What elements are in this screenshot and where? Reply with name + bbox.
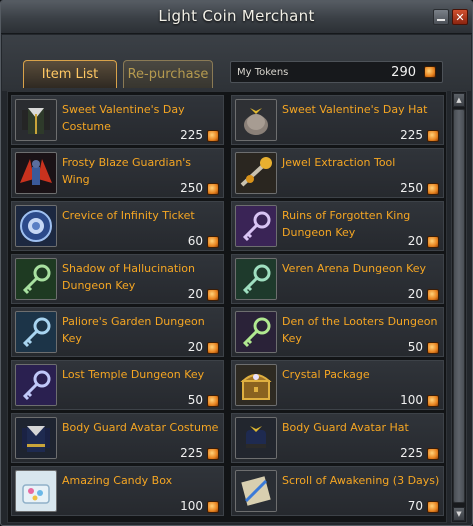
coin-icon <box>427 130 439 142</box>
list-item[interactable]: Body Guard Avatar Hat 225 <box>231 413 444 463</box>
list-item[interactable]: Scroll of Awakening (3 Days) 70 <box>231 466 444 516</box>
item-name: Veren Arena Dungeon Key <box>282 262 427 275</box>
costume-icon <box>15 417 57 459</box>
list-item[interactable]: Crystal Package 100 <box>231 360 444 410</box>
key-icon <box>15 311 57 353</box>
coin-icon <box>207 395 219 407</box>
candy-box-icon <box>15 470 57 512</box>
item-name: Scroll of Awakening (3 Days) <box>282 474 440 487</box>
scroll-icon <box>235 470 277 512</box>
list-item[interactable]: Paliore's Garden Dungeon Key 20 <box>11 307 224 357</box>
item-price: 70 <box>407 499 423 513</box>
coin-icon <box>427 342 439 354</box>
merchant-window: Light Coin Merchant ✕ Item List Re-purch… <box>0 0 473 526</box>
item-name: Amazing Candy Box <box>62 474 173 487</box>
scroll-thumb[interactable] <box>453 109 465 503</box>
coin-icon <box>427 236 439 248</box>
scroll-down-button[interactable]: ▼ <box>453 507 465 521</box>
list-item[interactable]: Den of the Looters Dungeon Key 50 <box>231 307 444 357</box>
item-price: 60 <box>187 234 203 248</box>
list-item[interactable]: Shadow of Hallucination Dungeon Key 20 <box>11 254 224 304</box>
tab-item-list[interactable]: Item List <box>23 60 117 88</box>
item-price: 20 <box>407 287 423 301</box>
tokens-label: My Tokens <box>237 67 289 78</box>
item-price: 225 <box>400 446 423 460</box>
item-price: 225 <box>180 446 203 460</box>
hat-icon <box>235 99 277 141</box>
tool-icon <box>235 152 277 194</box>
item-price: 250 <box>180 181 203 195</box>
title-bar[interactable]: Light Coin Merchant ✕ <box>1 1 472 34</box>
coin-icon <box>427 448 439 460</box>
ticket-icon <box>15 205 57 247</box>
key-icon <box>15 258 57 300</box>
key-icon <box>15 364 57 406</box>
scroll-up-button[interactable]: ▲ <box>453 93 465 107</box>
chevron-down-icon: ▼ <box>456 510 462 518</box>
tokens-display: My Tokens 290 <box>230 61 443 83</box>
item-name: Jewel Extraction Tool <box>282 156 396 169</box>
chest-icon <box>235 364 277 406</box>
tokens-value: 290 <box>391 65 416 80</box>
item-name: Crevice of Infinity Ticket <box>62 209 195 222</box>
coin-icon <box>424 66 436 78</box>
item-price: 225 <box>180 128 203 142</box>
item-price: 100 <box>400 393 423 407</box>
close-button[interactable]: ✕ <box>452 9 468 25</box>
coin-icon <box>427 289 439 301</box>
list-item[interactable]: Ruins of Forgotten King Dungeon Key 20 <box>231 201 444 251</box>
list-item[interactable]: Amazing Candy Box 100 <box>11 466 224 516</box>
list-item[interactable]: Lost Temple Dungeon Key 50 <box>11 360 224 410</box>
list-item[interactable]: Sweet Valentine's Day Costume 225 <box>11 95 224 145</box>
item-price: 225 <box>400 128 423 142</box>
coin-icon <box>207 501 219 513</box>
coin-icon <box>207 342 219 354</box>
item-price: 50 <box>407 340 423 354</box>
item-name: Sweet Valentine's Day Hat <box>282 103 428 116</box>
item-price: 250 <box>400 181 423 195</box>
scrollbar[interactable]: ▲ ▼ <box>451 91 467 523</box>
coin-icon <box>207 289 219 301</box>
item-price: 50 <box>187 393 203 407</box>
minimize-button[interactable] <box>433 9 449 25</box>
item-name: Body Guard Avatar Costume <box>62 421 219 434</box>
coin-icon <box>207 130 219 142</box>
coin-icon <box>207 448 219 460</box>
list-item[interactable]: Frosty Blaze Guardian's Wing 250 <box>11 148 224 198</box>
wing-icon <box>15 152 57 194</box>
key-icon <box>235 258 277 300</box>
list-item[interactable]: Crevice of Infinity Ticket 60 <box>11 201 224 251</box>
window-title: Light Coin Merchant <box>158 7 315 25</box>
coin-icon <box>427 395 439 407</box>
item-price: 20 <box>187 340 203 354</box>
item-price: 100 <box>180 499 203 513</box>
item-list: Sweet Valentine's Day Costume 225 Sweet … <box>7 91 447 523</box>
list-item[interactable]: Veren Arena Dungeon Key 20 <box>231 254 444 304</box>
hat-icon <box>235 417 277 459</box>
coin-icon <box>427 183 439 195</box>
tab-repurchase[interactable]: Re-purchase <box>123 60 213 88</box>
coin-icon <box>207 236 219 248</box>
item-price: 20 <box>187 287 203 301</box>
key-icon <box>235 311 277 353</box>
item-name: Lost Temple Dungeon Key <box>62 368 205 381</box>
chevron-up-icon: ▲ <box>456 96 462 104</box>
costume-icon <box>15 99 57 141</box>
item-price: 20 <box>407 234 423 248</box>
coin-icon <box>207 183 219 195</box>
key-icon <box>235 205 277 247</box>
coin-icon <box>427 501 439 513</box>
item-name: Crystal Package <box>282 368 370 381</box>
list-item[interactable]: Sweet Valentine's Day Hat 225 <box>231 95 444 145</box>
item-name: Body Guard Avatar Hat <box>282 421 409 434</box>
list-item[interactable]: Body Guard Avatar Costume 225 <box>11 413 224 463</box>
close-icon: ✕ <box>455 10 465 24</box>
list-item[interactable]: Jewel Extraction Tool 250 <box>231 148 444 198</box>
